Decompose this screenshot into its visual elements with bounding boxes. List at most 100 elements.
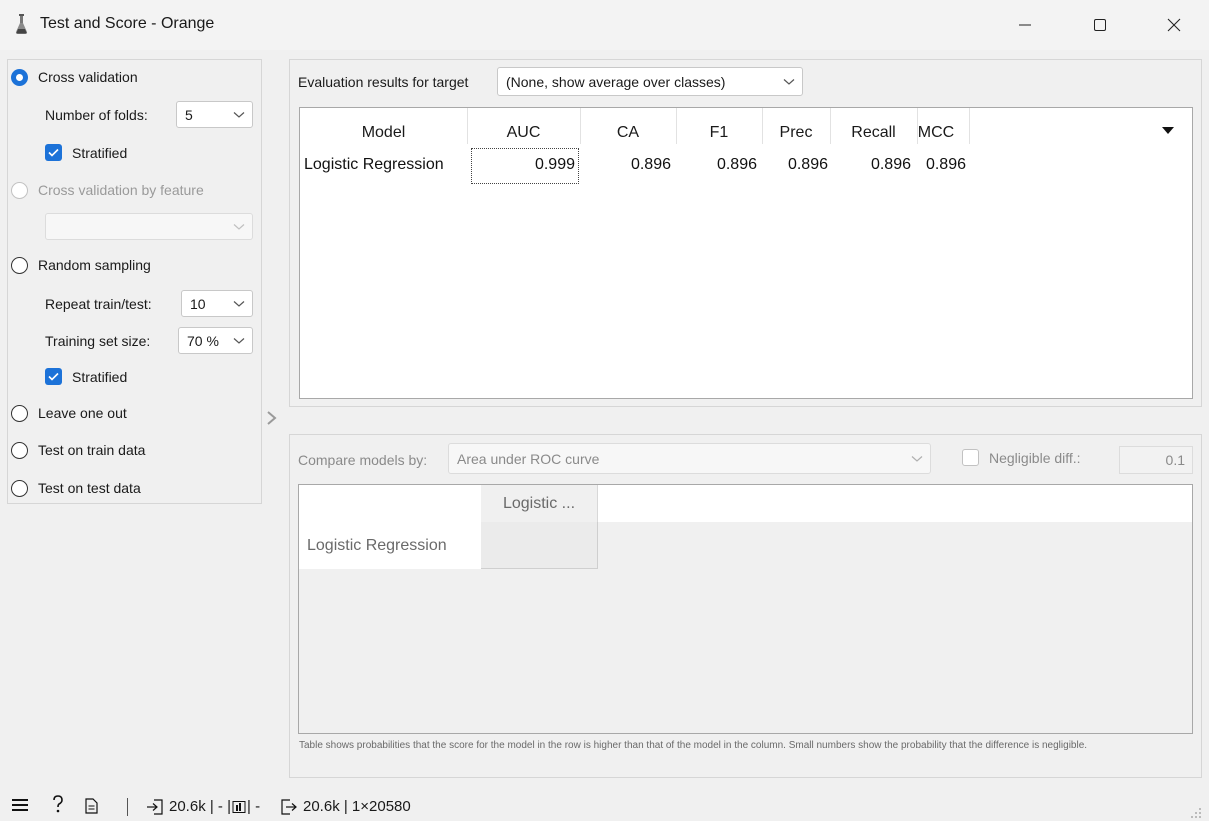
negligible-diff-spinbox[interactable]: 0.1 xyxy=(1119,446,1193,474)
model-name-cell[interactable]: Logistic Regression xyxy=(304,156,444,174)
comparison-header-strip xyxy=(299,485,1192,522)
radio-checked-icon xyxy=(11,68,28,86)
evaluation-table: Model AUC CA F1 Prec Recall MCC Logistic… xyxy=(299,107,1193,399)
minimize-icon xyxy=(1019,24,1031,26)
column-menu-button[interactable] xyxy=(1162,122,1174,138)
hamburger-menu-icon xyxy=(12,799,28,811)
stratified-label: Stratified xyxy=(72,368,128,385)
train-size-combo[interactable]: 70 % xyxy=(178,327,253,354)
folds-combo[interactable]: 5 xyxy=(176,101,253,128)
maximize-button[interactable] xyxy=(1077,10,1123,40)
header-prec[interactable]: Prec xyxy=(762,118,830,148)
window-title: Test and Score - Orange xyxy=(40,15,215,32)
header-separator xyxy=(969,108,970,144)
radio-unchecked-icon xyxy=(11,441,28,459)
folds-value: 5 xyxy=(185,106,193,123)
auc-cell[interactable]: 0.999 xyxy=(470,156,575,174)
random-sampling-label: Random sampling xyxy=(38,257,151,273)
minimize-button[interactable] xyxy=(1002,10,1048,40)
close-button[interactable] xyxy=(1151,10,1197,40)
target-label: Evaluation results for target xyxy=(298,74,469,90)
status-separator xyxy=(127,798,128,816)
test-on-train-radio[interactable]: Test on train data xyxy=(11,439,145,461)
close-icon xyxy=(1167,18,1181,32)
distribution-icon xyxy=(232,800,246,813)
document-icon xyxy=(85,798,98,814)
orange-flask-icon xyxy=(14,13,30,35)
negligible-diff-label: Negligible diff.: xyxy=(989,449,1081,466)
header-f1[interactable]: F1 xyxy=(676,118,762,148)
stratified-label: Stratified xyxy=(72,144,128,161)
checkmark-icon xyxy=(45,368,62,385)
recall-cell[interactable]: 0.896 xyxy=(830,156,911,174)
leave-one-out-label: Leave one out xyxy=(38,405,127,421)
comparison-cell[interactable] xyxy=(481,522,598,569)
input-summary[interactable]: 20.6k | - | | - xyxy=(146,798,260,815)
header-mcc[interactable]: MCC xyxy=(912,118,960,148)
header-model[interactable]: Model xyxy=(300,118,467,148)
negligible-diff-checkbox[interactable]: Negligible diff.: xyxy=(962,449,1081,466)
compare-value: Area under ROC curve xyxy=(457,450,600,467)
header-auc[interactable]: AUC xyxy=(467,118,580,148)
chevron-down-icon xyxy=(233,301,245,307)
random-sampling-radio[interactable]: Random sampling xyxy=(11,254,151,276)
comparison-column-header[interactable]: Logistic ... xyxy=(481,485,598,522)
f1-cell[interactable]: 0.896 xyxy=(676,156,757,174)
report-button[interactable] xyxy=(85,798,98,814)
triangle-down-icon xyxy=(1162,127,1174,134)
stratified-checkbox-2[interactable]: Stratified xyxy=(45,368,127,385)
test-on-test-label: Test on test data xyxy=(38,480,141,496)
chevron-down-icon xyxy=(783,79,795,85)
repeat-label: Repeat train/test: xyxy=(45,296,152,312)
comparison-footnote: Table shows probabilities that the score… xyxy=(299,740,1088,751)
radio-unchecked-icon xyxy=(11,256,28,274)
mcc-cell[interactable]: 0.896 xyxy=(912,156,966,174)
radio-unchecked-icon xyxy=(11,181,28,199)
chevron-down-icon xyxy=(233,338,245,344)
header-recall[interactable]: Recall xyxy=(830,118,917,148)
compare-combo[interactable]: Area under ROC curve xyxy=(448,443,931,474)
menu-button[interactable] xyxy=(12,798,28,812)
chevron-right-icon xyxy=(267,411,277,425)
radio-unchecked-icon xyxy=(11,479,28,497)
cross-validation-label: Cross validation xyxy=(38,69,138,85)
chevron-down-icon xyxy=(911,456,923,462)
repeat-value: 10 xyxy=(190,295,206,312)
train-size-label: Training set size: xyxy=(45,333,151,349)
target-value: (None, show average over classes) xyxy=(506,73,726,90)
output-summary[interactable]: 20.6k | 1×20580 xyxy=(280,798,411,815)
header-ca[interactable]: CA xyxy=(580,118,676,148)
question-mark-icon xyxy=(53,795,63,813)
train-size-value: 70 % xyxy=(187,332,219,349)
resize-grip-icon[interactable] xyxy=(1190,805,1202,821)
chevron-down-icon xyxy=(233,112,245,118)
compare-label: Compare models by: xyxy=(298,452,428,468)
comparison-row-header[interactable]: Logistic Regression xyxy=(299,522,481,569)
collapse-panel-button[interactable] xyxy=(266,410,278,429)
ca-cell[interactable]: 0.896 xyxy=(580,156,671,174)
chevron-down-icon xyxy=(233,224,245,230)
radio-unchecked-icon xyxy=(11,404,28,422)
test-on-test-radio[interactable]: Test on test data xyxy=(11,477,141,499)
input-arrow-icon xyxy=(147,798,163,815)
target-combo[interactable]: (None, show average over classes) xyxy=(497,67,803,96)
output-summary-text: 20.6k | 1×20580 xyxy=(303,798,411,815)
checkmark-icon xyxy=(45,144,62,161)
comparison-table: Logistic ... Logistic Regression xyxy=(298,484,1193,734)
test-on-train-label: Test on train data xyxy=(38,442,146,458)
leave-one-out-radio[interactable]: Leave one out xyxy=(11,402,127,424)
input-summary-suffix: | - xyxy=(247,798,261,815)
maximize-icon xyxy=(1094,19,1106,31)
cv-by-feature-radio: Cross validation by feature xyxy=(11,179,204,201)
output-arrow-icon xyxy=(281,798,297,815)
cross-validation-radio[interactable]: Cross validation xyxy=(11,66,138,88)
repeat-combo[interactable]: 10 xyxy=(181,290,253,317)
folds-label: Number of folds: xyxy=(45,107,148,123)
cv-by-feature-label: Cross validation by feature xyxy=(38,182,204,198)
stratified-checkbox[interactable]: Stratified xyxy=(45,144,127,161)
feature-combo xyxy=(45,213,253,240)
help-button[interactable] xyxy=(52,795,64,813)
prec-cell[interactable]: 0.896 xyxy=(762,156,828,174)
checkbox-unchecked-icon xyxy=(962,449,979,466)
input-summary-text: 20.6k | - | xyxy=(169,798,231,815)
